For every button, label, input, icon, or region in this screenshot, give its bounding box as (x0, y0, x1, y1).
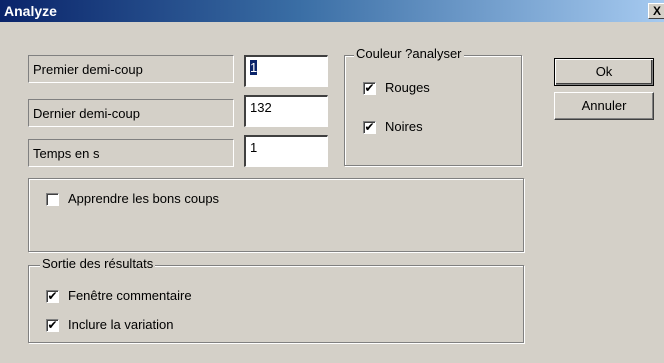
check-icon: ✔ (47, 318, 58, 332)
fenetre-commentaire-label: Fenêtre commentaire (68, 288, 192, 303)
dernier-demi-coup-input[interactable]: 132 (244, 95, 328, 127)
color-group-legend: Couleur ?analyser (354, 46, 464, 61)
premier-demi-coup-label: Premier demi-coup (28, 55, 234, 83)
output-group-legend: Sortie des résultats (40, 256, 156, 271)
cancel-button[interactable]: Annuler (554, 92, 654, 120)
dernier-demi-coup-label: Dernier demi-coup (28, 99, 234, 127)
temps-input[interactable]: 1 (244, 135, 328, 167)
ok-button[interactable]: Ok (554, 58, 654, 86)
check-icon: ✔ (364, 120, 375, 134)
apprendre-checkbox[interactable] (46, 193, 59, 206)
apprendre-label: Apprendre les bons coups (68, 191, 220, 206)
check-icon: ✔ (47, 289, 58, 303)
premier-demi-coup-value: 1 (250, 60, 258, 75)
inclure-variation-label: Inclure la variation (68, 317, 174, 332)
learn-groupbox (28, 178, 524, 252)
title-bar: Analyze X (0, 0, 664, 22)
color-groupbox (344, 55, 522, 166)
noires-label: Noires (385, 119, 423, 134)
fenetre-commentaire-checkbox[interactable]: ✔ (46, 290, 59, 303)
premier-demi-coup-input[interactable]: 1 (244, 55, 328, 87)
check-icon: ✔ (364, 81, 375, 95)
close-button[interactable]: X (648, 3, 664, 19)
temps-label: Temps en s (28, 139, 234, 167)
window-title: Analyze (4, 3, 57, 19)
inclure-variation-checkbox[interactable]: ✔ (46, 319, 59, 332)
noires-checkbox[interactable]: ✔ (363, 121, 376, 134)
rouges-checkbox[interactable]: ✔ (363, 82, 376, 95)
close-icon: X (652, 4, 661, 18)
rouges-label: Rouges (385, 80, 430, 95)
